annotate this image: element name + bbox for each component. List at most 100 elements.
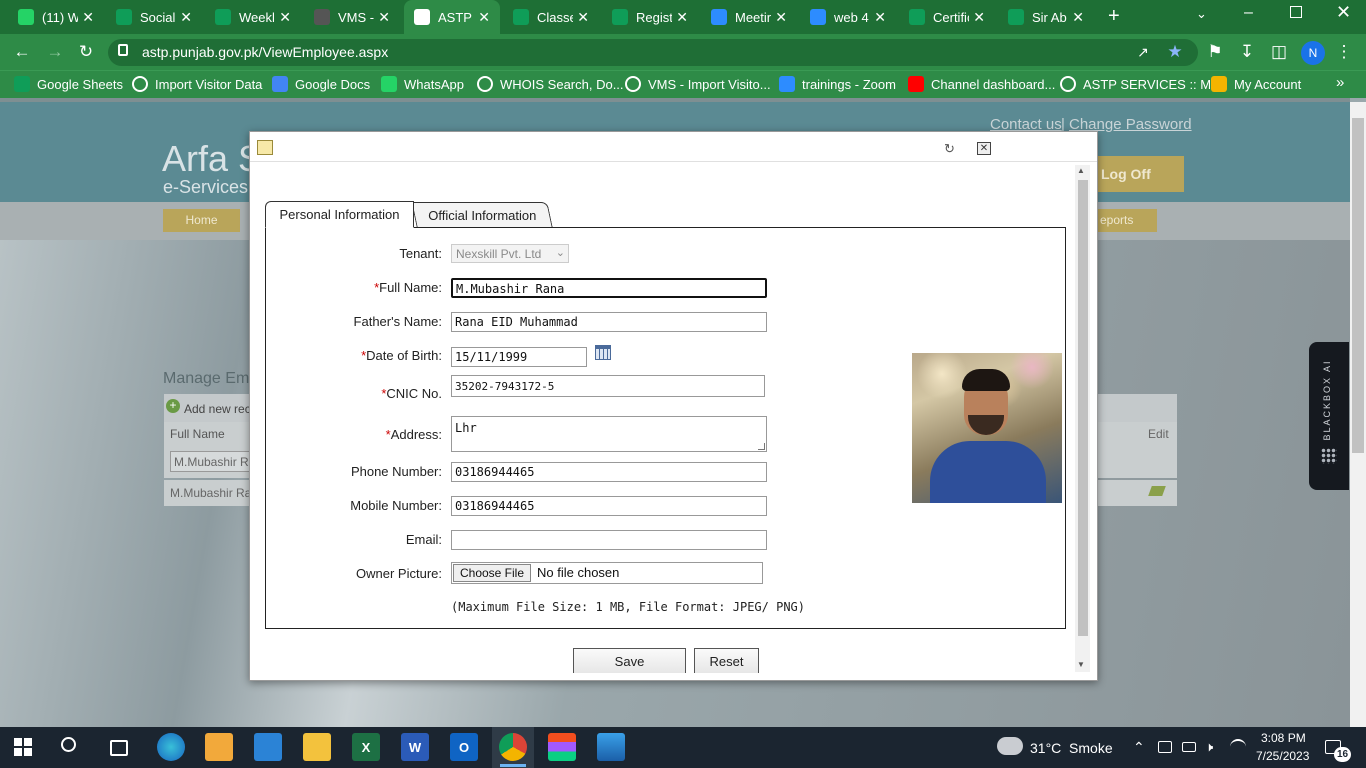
close-tab-icon[interactable]: ✕ [676, 9, 688, 26]
browser-tab[interactable]: web 4 ✕ [800, 0, 896, 34]
bookmark-item[interactable]: Import Visitor Data [132, 74, 262, 94]
close-tab-icon[interactable]: ✕ [82, 9, 94, 26]
dialog-scroll-down-icon[interactable]: ▼ [1077, 660, 1085, 669]
bookmark-item[interactable]: ASTP SERVICES :: M... [1060, 74, 1222, 94]
search-icon[interactable] [61, 737, 76, 752]
bookmark-item[interactable]: WhatsApp [381, 74, 464, 94]
wifi-icon[interactable] [1230, 739, 1246, 753]
email-input[interactable] [451, 530, 767, 550]
sidepanel-icon[interactable]: ◫ [1267, 40, 1291, 64]
bookmark-item[interactable]: VMS - Import Visito... [625, 74, 771, 94]
browser-tab[interactable]: Weekl ✕ [205, 0, 301, 34]
choose-file-button[interactable]: Choose File [453, 564, 531, 582]
bookmark-star-icon[interactable]: ★ [1163, 40, 1187, 64]
tray-chevron-up-icon[interactable]: ⌃ [1133, 739, 1145, 756]
close-tab-icon[interactable]: ✕ [279, 9, 291, 26]
bookmark-item[interactable]: My Account [1211, 74, 1301, 94]
bookmark-item[interactable]: Google Docs [272, 74, 370, 94]
close-tab-icon[interactable]: ✕ [874, 9, 886, 26]
browser-tab[interactable]: Sir Ab ✕ [998, 0, 1094, 34]
lock-icon[interactable] [118, 44, 128, 56]
reload-icon[interactable]: ↻ [74, 40, 98, 64]
share-icon[interactable]: ↗ [1131, 40, 1155, 64]
outlook-icon[interactable]: O [450, 733, 478, 761]
chrome-icon[interactable] [499, 733, 527, 761]
photos-icon[interactable] [597, 733, 625, 761]
excel-icon[interactable]: X [352, 733, 380, 761]
close-tab-icon[interactable]: ✕ [478, 9, 490, 26]
close-tab-icon[interactable]: ✕ [180, 9, 192, 26]
browser-tab[interactable]: Meetir ✕ [701, 0, 797, 34]
browser-tab[interactable]: Regist ✕ [602, 0, 698, 34]
store-icon[interactable] [205, 733, 233, 761]
cnic-input[interactable]: 35202-7943172-5 [451, 375, 765, 397]
bookmark-item[interactable]: trainings - Zoom [779, 74, 896, 94]
close-window-icon[interactable]: ✕ [1336, 2, 1351, 23]
new-tab-icon[interactable]: + [1108, 5, 1120, 28]
close-tab-icon[interactable]: ✕ [577, 9, 589, 26]
tenant-select[interactable]: Nexskill Pvt. Ltd ⌄ [451, 244, 569, 263]
mobile-input[interactable]: 03186944465 [451, 496, 767, 516]
restore-icon[interactable] [1290, 6, 1302, 18]
minimize-icon[interactable]: – [1244, 4, 1253, 22]
battery-icon[interactable] [1182, 742, 1196, 752]
tab-official-information[interactable]: Official Information [411, 202, 553, 227]
figma-icon[interactable] [548, 733, 576, 761]
back-icon[interactable]: ← [10, 40, 34, 64]
browser-tab[interactable]: Classe ✕ [503, 0, 599, 34]
task-view-icon[interactable] [110, 740, 128, 756]
mail-icon[interactable] [254, 733, 282, 761]
windows-start-icon[interactable] [14, 738, 32, 756]
meet-now-icon[interactable] [1158, 741, 1172, 753]
bookmarks-overflow-icon[interactable]: » [1336, 74, 1344, 91]
address-bar[interactable]: astp.punjab.gov.pk/ViewEmployee.aspx [108, 39, 1198, 66]
clock-time[interactable]: 3:08 PM [1261, 731, 1306, 745]
close-tab-icon[interactable]: ✕ [1072, 9, 1084, 26]
dialog-scrollbar-thumb[interactable] [1078, 180, 1088, 636]
weather-text[interactable]: 31°C Smoke [1030, 740, 1113, 756]
dialog-close-icon[interactable]: ✕ [977, 142, 991, 155]
browser-tab[interactable]: Certific✕ [899, 0, 995, 34]
add-new-record-link[interactable]: Add new rec [184, 402, 251, 416]
bookmark-item[interactable]: WHOIS Search, Do... [477, 74, 624, 94]
file-explorer-icon[interactable] [303, 733, 331, 761]
grid-filter-input[interactable]: M.Mubashir Ra [170, 451, 252, 472]
close-tab-icon[interactable]: ✕ [775, 9, 787, 26]
father-name-input[interactable]: Rana EID Muhammad [451, 312, 767, 332]
profile-avatar[interactable]: N [1301, 41, 1325, 65]
reset-button[interactable]: Reset [694, 648, 759, 675]
bookmark-item[interactable]: Channel dashboard... [908, 74, 1055, 94]
phone-input[interactable]: 03186944465 [451, 462, 767, 482]
tab-search-icon[interactable]: ⌄ [1196, 6, 1207, 22]
browser-tab[interactable]: VMS - ✕ [304, 0, 400, 34]
add-icon[interactable]: + [166, 399, 180, 413]
tab-personal-information[interactable]: Personal Information [265, 201, 414, 228]
full-name-input[interactable]: M.Mubashir Rana [451, 278, 767, 298]
forward-icon[interactable]: → [43, 40, 67, 64]
dialog-refresh-icon[interactable]: ↻ [944, 141, 955, 157]
address-textarea[interactable]: Lhr [451, 416, 767, 452]
dob-input[interactable]: 15/11/1999 [451, 347, 587, 367]
volume-icon[interactable]: 🕨 [1205, 739, 1213, 755]
logoff-button[interactable]: Log Off [1098, 156, 1184, 192]
bookmark-item[interactable]: Google Sheets [14, 74, 123, 94]
clock-date[interactable]: 7/25/2023 [1256, 749, 1309, 763]
extensions-icon[interactable]: ⚑ [1203, 40, 1227, 64]
close-tab-icon[interactable]: ✕ [378, 9, 390, 26]
resize-grip-icon[interactable] [758, 443, 765, 450]
browser-tab[interactable]: Social ✕ [106, 0, 202, 34]
browser-tab[interactable]: ASTP S✕ [404, 0, 500, 34]
menu-kebab-icon[interactable]: ⋮ [1332, 40, 1356, 64]
edge-icon[interactable] [157, 733, 185, 761]
word-icon[interactable]: W [401, 733, 429, 761]
dialog-scroll-up-icon[interactable]: ▲ [1077, 166, 1085, 175]
weather-icon[interactable] [997, 737, 1023, 755]
save-button[interactable]: Save [573, 648, 686, 675]
menu-reports[interactable]: eports [1098, 209, 1157, 232]
page-scrollbar-thumb[interactable] [1352, 118, 1364, 453]
download-icon[interactable]: ↧ [1235, 40, 1259, 64]
menu-home[interactable]: Home [163, 209, 240, 232]
close-tab-icon[interactable]: ✕ [973, 9, 985, 26]
calendar-icon[interactable] [595, 345, 611, 360]
browser-tab[interactable]: (11) W ✕ [8, 0, 104, 34]
